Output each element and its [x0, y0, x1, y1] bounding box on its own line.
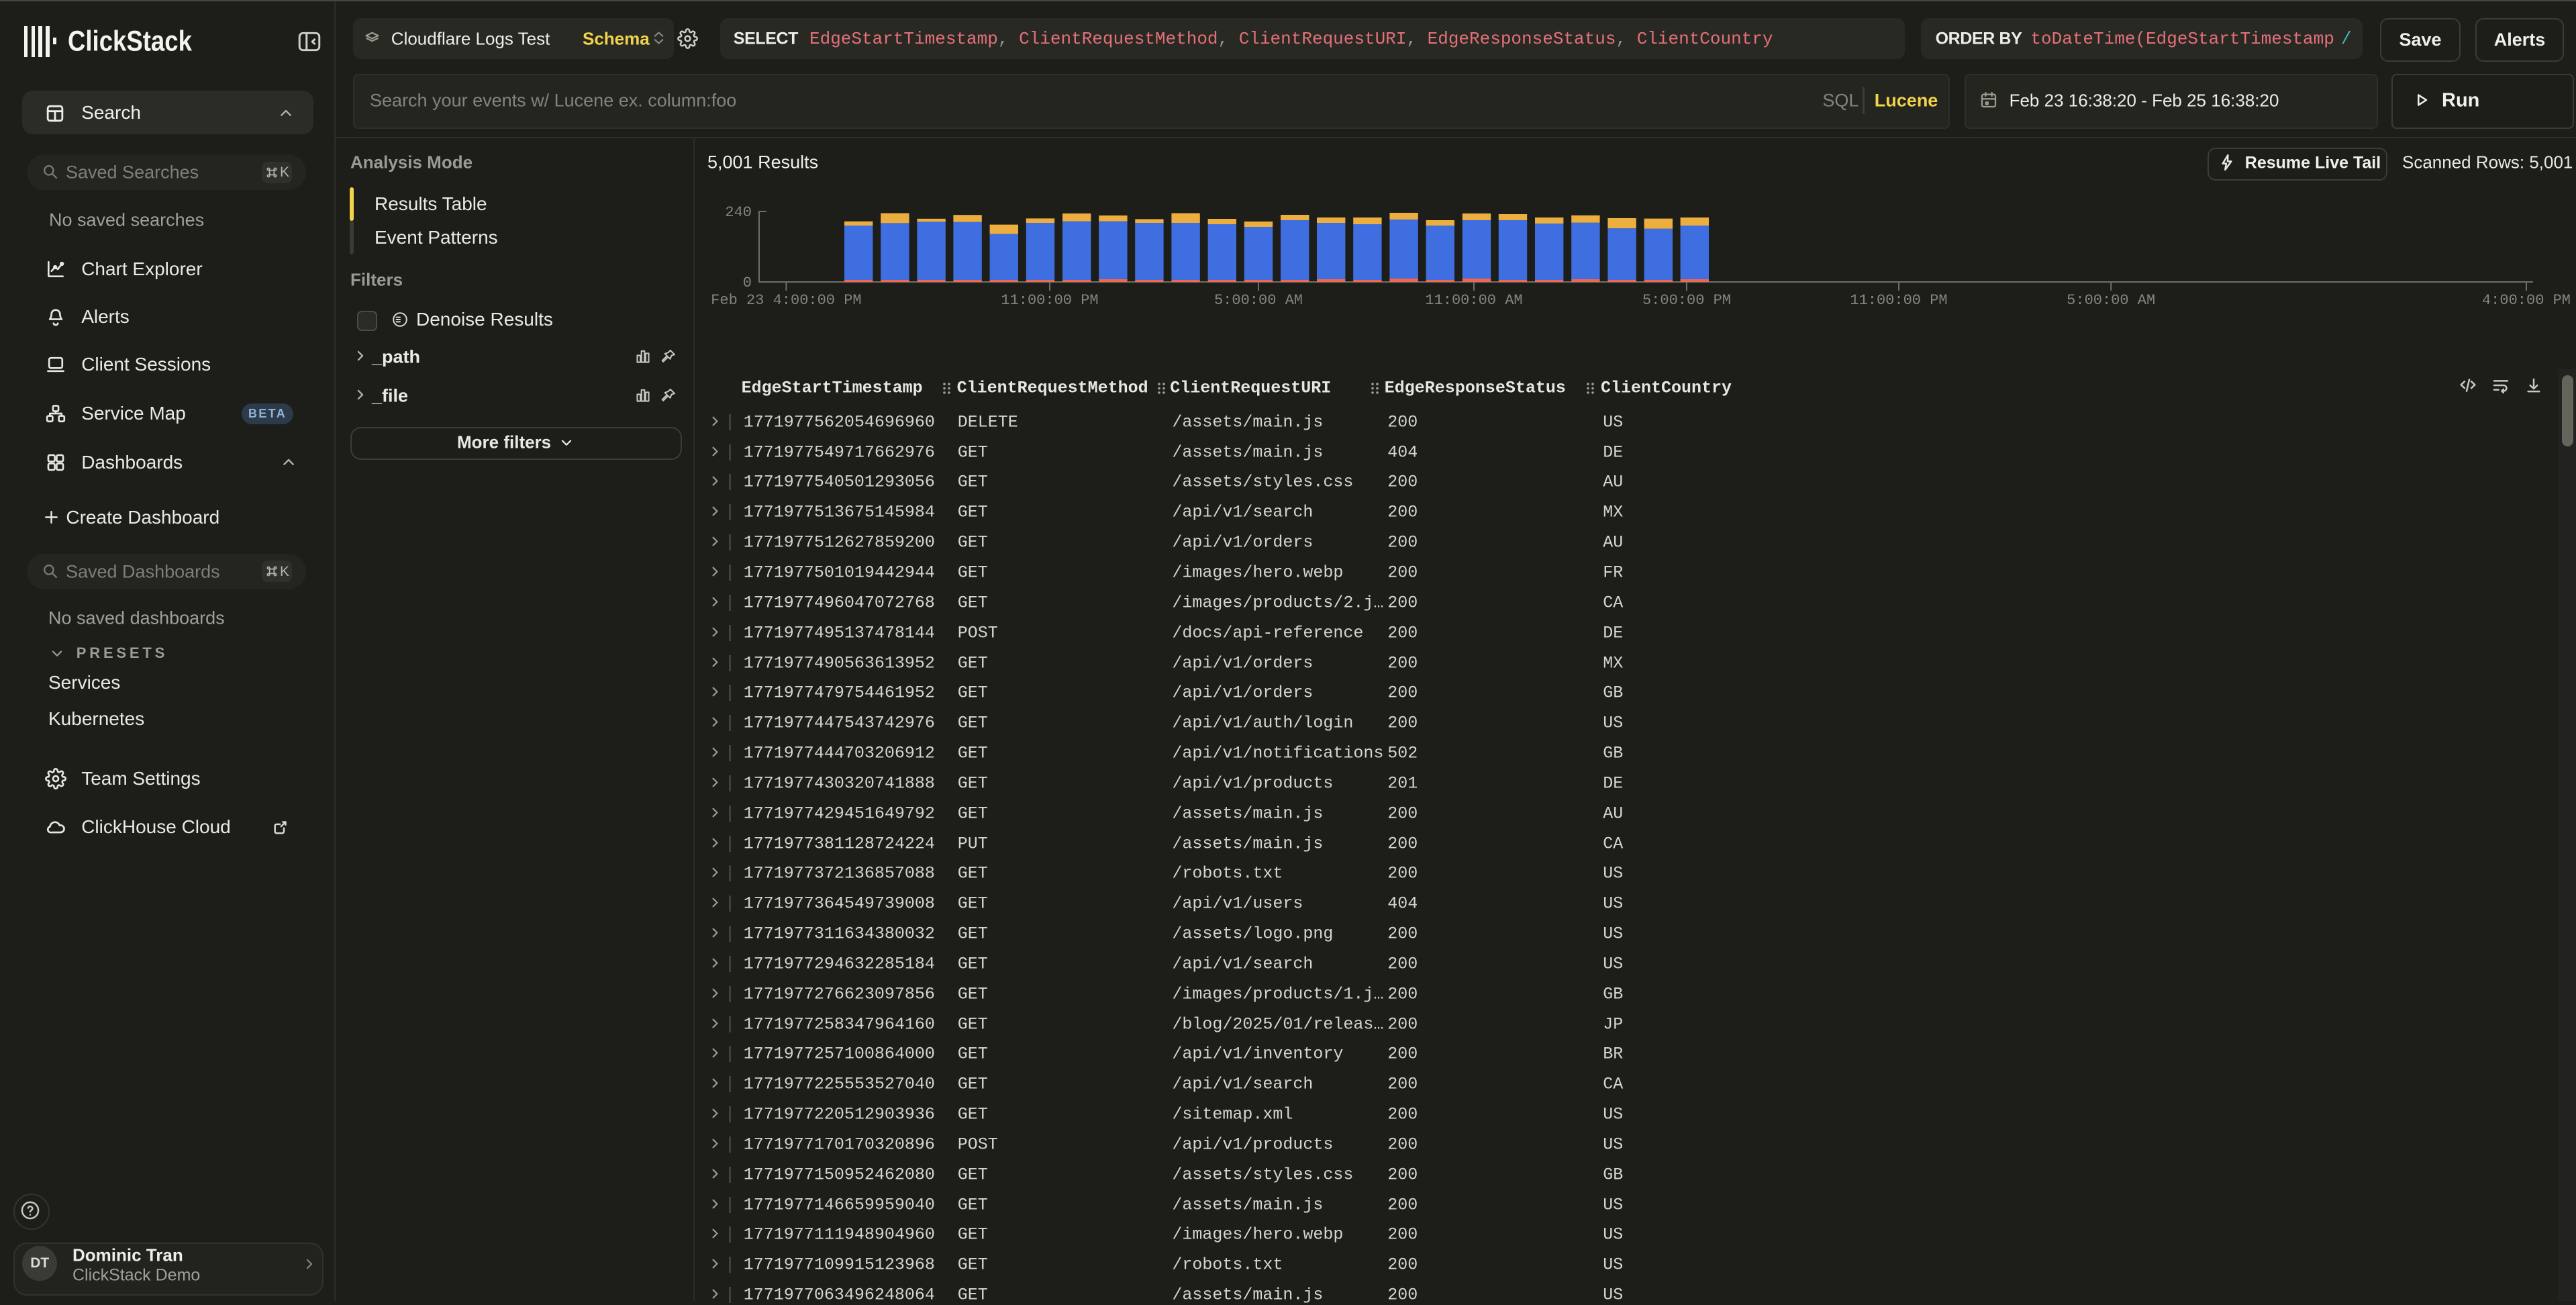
svg-text:240: 240 [725, 204, 752, 221]
svg-text:5:00:00 AM: 5:00:00 AM [1214, 292, 1303, 309]
svg-text:0: 0 [743, 275, 752, 291]
svg-text:11:00:00 AM: 11:00:00 AM [1425, 292, 1522, 309]
svg-text:11:00:00 PM: 11:00:00 PM [1001, 292, 1098, 309]
svg-text:Feb 23 4:00:00 PM: Feb 23 4:00:00 PM [711, 292, 861, 309]
svg-text:11:00:00 PM: 11:00:00 PM [1850, 292, 1947, 309]
svg-text:5:00:00 PM: 5:00:00 PM [1642, 292, 1731, 309]
svg-text:5:00:00 AM: 5:00:00 AM [2067, 292, 2155, 309]
svg-text:4:00:00 PM: 4:00:00 PM [2482, 292, 2571, 309]
